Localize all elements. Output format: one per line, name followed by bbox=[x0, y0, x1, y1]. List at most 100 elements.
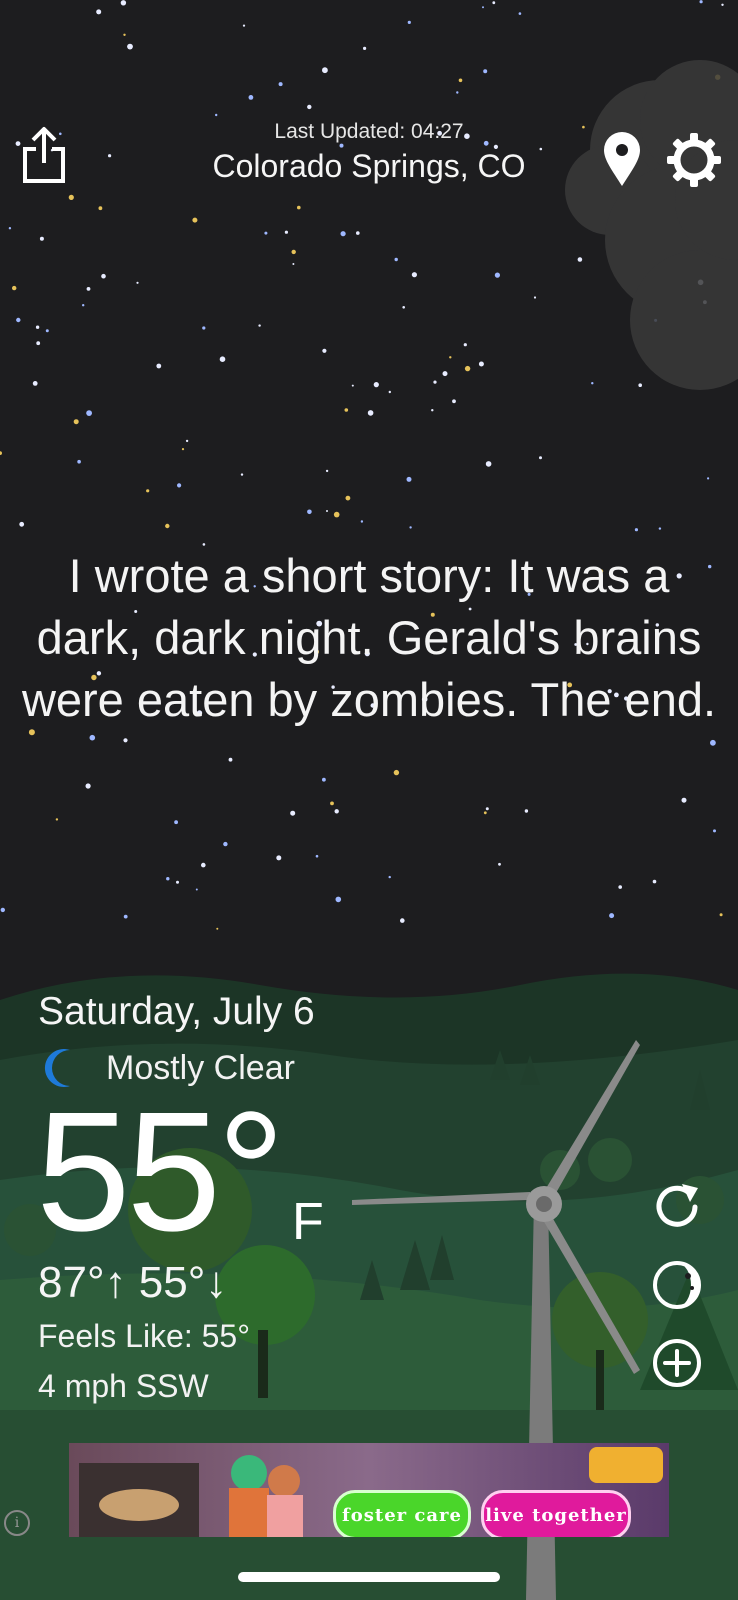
star bbox=[442, 371, 448, 377]
star bbox=[325, 469, 329, 473]
star bbox=[449, 356, 452, 359]
star bbox=[264, 231, 268, 235]
star bbox=[276, 855, 282, 861]
star bbox=[322, 348, 327, 353]
star bbox=[55, 818, 59, 821]
star bbox=[406, 476, 412, 482]
star bbox=[174, 820, 179, 825]
star bbox=[351, 384, 354, 387]
star bbox=[360, 520, 364, 523]
star bbox=[16, 317, 21, 323]
wind-text: 4 mph SSW bbox=[38, 1368, 209, 1404]
star bbox=[411, 272, 417, 278]
star bbox=[333, 511, 340, 518]
star bbox=[452, 399, 456, 404]
settings-button[interactable] bbox=[666, 132, 722, 188]
home-indicator[interactable] bbox=[238, 1572, 500, 1582]
star bbox=[402, 306, 406, 309]
star bbox=[719, 913, 723, 917]
moon-phase-icon bbox=[653, 1261, 701, 1309]
star bbox=[35, 325, 40, 329]
star bbox=[176, 880, 179, 884]
star bbox=[388, 390, 391, 394]
star bbox=[8, 227, 12, 230]
star bbox=[409, 526, 412, 529]
star bbox=[165, 523, 170, 529]
star bbox=[216, 927, 219, 930]
current-temperature: 55° bbox=[36, 1077, 285, 1267]
star bbox=[36, 341, 41, 346]
star bbox=[181, 448, 185, 451]
star bbox=[388, 875, 391, 879]
star bbox=[464, 365, 471, 372]
ad-info-icon[interactable]: i bbox=[4, 1510, 30, 1536]
star bbox=[123, 914, 128, 919]
star bbox=[258, 324, 261, 327]
star bbox=[681, 797, 687, 803]
star bbox=[591, 382, 594, 385]
location-pin-icon bbox=[604, 132, 640, 186]
star bbox=[345, 495, 351, 501]
star bbox=[166, 877, 170, 881]
add-location-button[interactable] bbox=[650, 1336, 704, 1390]
add-icon bbox=[653, 1339, 701, 1387]
high-low-temperature: 87°↑ 55°↓ bbox=[38, 1258, 228, 1307]
ad-button-live-together[interactable]: live together bbox=[481, 1490, 631, 1537]
star bbox=[195, 888, 198, 891]
star bbox=[89, 734, 96, 741]
star bbox=[494, 272, 500, 278]
ad-banner[interactable]: foster care live together bbox=[69, 1443, 669, 1537]
star bbox=[373, 382, 379, 388]
star bbox=[322, 777, 326, 782]
star bbox=[123, 738, 128, 743]
refresh-button[interactable] bbox=[650, 1180, 704, 1234]
star bbox=[32, 381, 38, 386]
star bbox=[101, 273, 106, 279]
star bbox=[638, 383, 642, 388]
temperature-unit[interactable]: F bbox=[292, 1192, 324, 1252]
weather-joke-text: I wrote a short story: It was a dark, da… bbox=[21, 549, 717, 726]
star bbox=[344, 408, 349, 412]
star bbox=[136, 281, 139, 284]
star bbox=[334, 809, 339, 814]
star bbox=[713, 829, 716, 833]
star bbox=[19, 521, 25, 527]
star bbox=[330, 801, 334, 806]
star bbox=[658, 527, 662, 530]
star bbox=[45, 329, 49, 333]
refresh-icon bbox=[656, 1184, 698, 1227]
star bbox=[710, 739, 716, 746]
star bbox=[86, 287, 91, 291]
star bbox=[201, 862, 206, 868]
star bbox=[707, 477, 710, 480]
feels-like-text: Feels Like: 55° bbox=[38, 1318, 251, 1354]
star bbox=[146, 489, 150, 493]
star bbox=[307, 509, 312, 515]
star bbox=[463, 343, 467, 347]
star bbox=[485, 807, 489, 811]
moon-phase-button[interactable] bbox=[650, 1258, 704, 1312]
star bbox=[284, 230, 288, 234]
star bbox=[223, 841, 228, 847]
star bbox=[335, 896, 342, 903]
star bbox=[156, 363, 162, 369]
location-button[interactable] bbox=[600, 130, 644, 188]
star bbox=[86, 410, 92, 416]
star bbox=[652, 879, 657, 884]
star bbox=[290, 810, 296, 816]
star bbox=[524, 809, 529, 813]
star bbox=[577, 257, 583, 262]
star bbox=[326, 510, 328, 512]
star bbox=[539, 456, 542, 460]
star bbox=[292, 263, 295, 265]
star bbox=[478, 361, 484, 367]
star bbox=[185, 439, 189, 443]
star bbox=[12, 285, 17, 291]
star bbox=[356, 231, 360, 235]
star bbox=[315, 854, 319, 858]
star bbox=[73, 419, 79, 425]
ad-button-foster-care[interactable]: foster care bbox=[333, 1490, 471, 1537]
star bbox=[228, 757, 233, 762]
star bbox=[367, 410, 374, 416]
star bbox=[340, 231, 346, 237]
